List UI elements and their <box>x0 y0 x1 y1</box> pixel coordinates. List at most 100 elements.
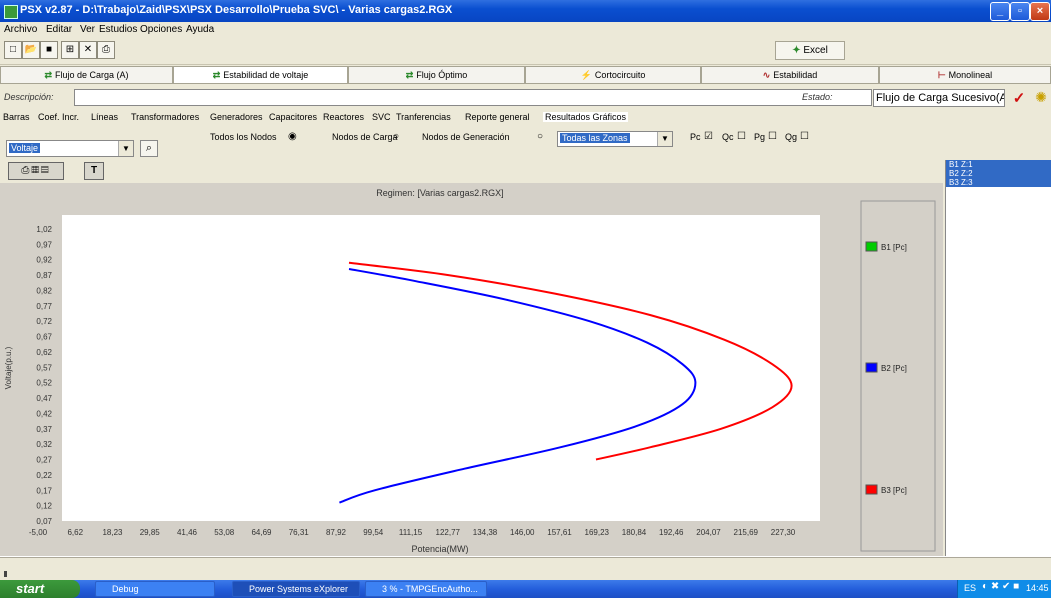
check-pg-label: Pg <box>754 132 766 142</box>
tab-cortocircuito[interactable]: ⚡ Cortocircuito <box>525 66 701 84</box>
check-qg[interactable]: ☐ <box>800 131 809 142</box>
tab-svc[interactable]: SVC <box>372 112 391 122</box>
list-item[interactable]: B3 Z:3 <box>949 178 973 187</box>
radio-load-nodes[interactable]: ○ <box>393 131 399 142</box>
tab-generadores[interactable]: Generadores <box>210 112 263 122</box>
tab-lineas[interactable]: Líneas <box>91 112 118 122</box>
menu-archivo[interactable]: Archivo <box>4 24 37 35</box>
menu-ayuda[interactable]: Ayuda <box>186 24 214 35</box>
print-chart-icon[interactable]: ⎙ <box>21 165 31 176</box>
x-tick-label: 64,69 <box>251 528 272 537</box>
checkmark-icon[interactable]: ✓ <box>1010 89 1028 107</box>
chevron-down-icon[interactable]: ▼ <box>118 141 133 156</box>
y-tick-label: 0,42 <box>36 409 52 418</box>
excel-icon: ✦ <box>792 45 801 56</box>
menu-bar: Archivo Editar Ver Estudios Opciones Ayu… <box>0 22 1051 38</box>
tab-stability-icon: ∿ <box>762 70 771 80</box>
close-case-icon[interactable]: ✕ <box>79 41 97 59</box>
tab-flujo-optimo[interactable]: ⇄ Flujo Óptimo <box>348 66 525 84</box>
grid-icon[interactable]: ▦ <box>31 165 41 176</box>
list-item[interactable]: B2 Z:2 <box>949 169 973 178</box>
x-axis-label: Potencia(MW) <box>411 544 468 554</box>
tab-voltage-icon: ⇄ <box>212 70 221 80</box>
text-tool-icon[interactable]: T <box>84 162 104 180</box>
chart-title: Regimen: [Varias cargas2.RGX] <box>376 188 503 198</box>
maximize-button[interactable]: ▫ <box>1010 2 1030 21</box>
description-input[interactable] <box>74 89 872 106</box>
tab-tranferencias[interactable]: Tranferencias <box>396 112 451 122</box>
tab-reporte-general[interactable]: Reporte general <box>465 112 530 122</box>
system-tray: ES ◐ ✖ ✔ ■ 14:45 <box>957 580 1051 598</box>
chevron-down-icon[interactable]: ▼ <box>657 132 672 146</box>
tab-estabilidad[interactable]: ∿ Estabilidad <box>701 66 879 84</box>
legend-swatch <box>865 484 878 495</box>
filter-row: Voltaje ▼ ⌕ Todos los Nodos ◉ Nodos de C… <box>0 128 1051 160</box>
start-button[interactable]: start <box>0 580 80 598</box>
task-tmpgenc[interactable]: 3 % - TMPGEncAutho... <box>365 581 487 597</box>
list-item[interactable]: B1 Z:1 <box>949 160 973 169</box>
menu-opciones[interactable]: Opciones <box>140 24 182 35</box>
bus-list-panel: B1 Z:1 B2 Z:2 B3 Z:3 <box>945 160 1051 556</box>
table-icon[interactable]: ▤ <box>41 165 51 176</box>
y-tick-label: 0,32 <box>36 440 52 449</box>
tab-opt-icon: ⇄ <box>405 70 414 80</box>
tab-coef-incr[interactable]: Coef. Incr. <box>38 112 79 122</box>
gear-icon[interactable]: ✺ <box>1032 89 1050 107</box>
tab-barras[interactable]: Barras <box>3 112 30 122</box>
variable-select-value: Voltaje <box>9 143 41 153</box>
menu-editar[interactable]: Editar <box>46 24 72 35</box>
menu-estudios[interactable]: Estudios <box>99 24 137 35</box>
tab-oneline-icon: ⊢ <box>937 70 946 80</box>
check-pg[interactable]: ☐ <box>768 131 777 142</box>
x-tick-label: 111,15 <box>399 528 423 537</box>
check-pc-label: Pc <box>690 132 701 142</box>
y-tick-label: 0,82 <box>36 286 52 295</box>
close-button[interactable]: × <box>1030 2 1050 21</box>
check-pc[interactable]: ☑ <box>704 131 713 142</box>
y-tick-label: 0,97 <box>36 240 52 249</box>
zone-select[interactable]: Todas las Zonas ▼ <box>557 131 673 147</box>
legend-panel <box>860 200 936 552</box>
tab-monolineal[interactable]: ⊢ Monolineal <box>879 66 1051 84</box>
description-row: Descripción: Estado: Flujo de Carga Suce… <box>0 87 1051 109</box>
y-tick-label: 1,02 <box>36 225 52 234</box>
language-indicator[interactable]: ES <box>964 583 976 593</box>
menu-ver[interactable]: Ver <box>80 24 95 35</box>
variable-select[interactable]: Voltaje ▼ <box>6 140 134 157</box>
search-icon[interactable]: ⌕ <box>140 140 158 157</box>
y-axis-label: Voltaje(p.u.) <box>4 346 13 389</box>
task-debug[interactable]: Debug <box>95 581 215 597</box>
radio-load-nodes-label: Nodos de Carga <box>332 132 398 142</box>
network-icon[interactable]: ⊞ <box>61 41 79 59</box>
y-tick-label: 0,17 <box>36 486 52 495</box>
x-tick-label: 134,38 <box>473 528 498 537</box>
minimize-button[interactable]: _ <box>990 2 1010 21</box>
x-tick-label: 180,84 <box>622 528 647 537</box>
y-tick-label: 0,37 <box>36 425 52 434</box>
excel-label: Excel <box>803 45 828 56</box>
new-file-icon[interactable]: □ <box>4 41 22 59</box>
voltage-chart: 1,02 0,97 0,92 0,87 0,82 0,77 0,72 0,67 0,62 0,57… <box>4 188 936 554</box>
tab-transformadores[interactable]: Transformadores <box>131 112 199 122</box>
excel-button[interactable]: ✦ Excel <box>775 41 845 60</box>
tab-estabilidad-voltaje[interactable]: ⇄ Estabilidad de voltaje <box>173 66 348 84</box>
save-icon[interactable]: ■ <box>40 41 58 59</box>
tab-flujo-de-carga[interactable]: ⇄ Flujo de Carga (A) <box>0 66 173 84</box>
y-tick-label: 0,67 <box>36 333 52 342</box>
tray-icons[interactable]: ◐ ✖ ✔ ■ <box>982 581 1019 592</box>
y-tick-label: 0,12 <box>36 502 52 511</box>
check-qc[interactable]: ☐ <box>737 131 746 142</box>
task-power-systems-explorer[interactable]: Power Systems eXplorer <box>232 581 360 597</box>
radio-gen-nodes[interactable]: ○ <box>537 131 543 142</box>
check-qg-label: Qg <box>785 132 798 142</box>
tab-resultados-graficos[interactable]: Resultados Gráficos <box>543 112 629 122</box>
tab-reactores[interactable]: Reactores <box>323 112 364 122</box>
estado-label: Estado: <box>802 92 833 102</box>
tab-short-icon: ⚡ <box>580 70 592 80</box>
tab-capacitores[interactable]: Capacitores <box>269 112 317 122</box>
print-icon[interactable]: ⎙ <box>97 41 115 59</box>
legend-label: B1 [Pc] <box>881 243 907 252</box>
open-folder-icon[interactable]: 📂 <box>22 41 40 59</box>
radio-all-nodes[interactable]: ◉ <box>288 131 297 142</box>
x-tick-label: 169,23 <box>585 528 610 537</box>
